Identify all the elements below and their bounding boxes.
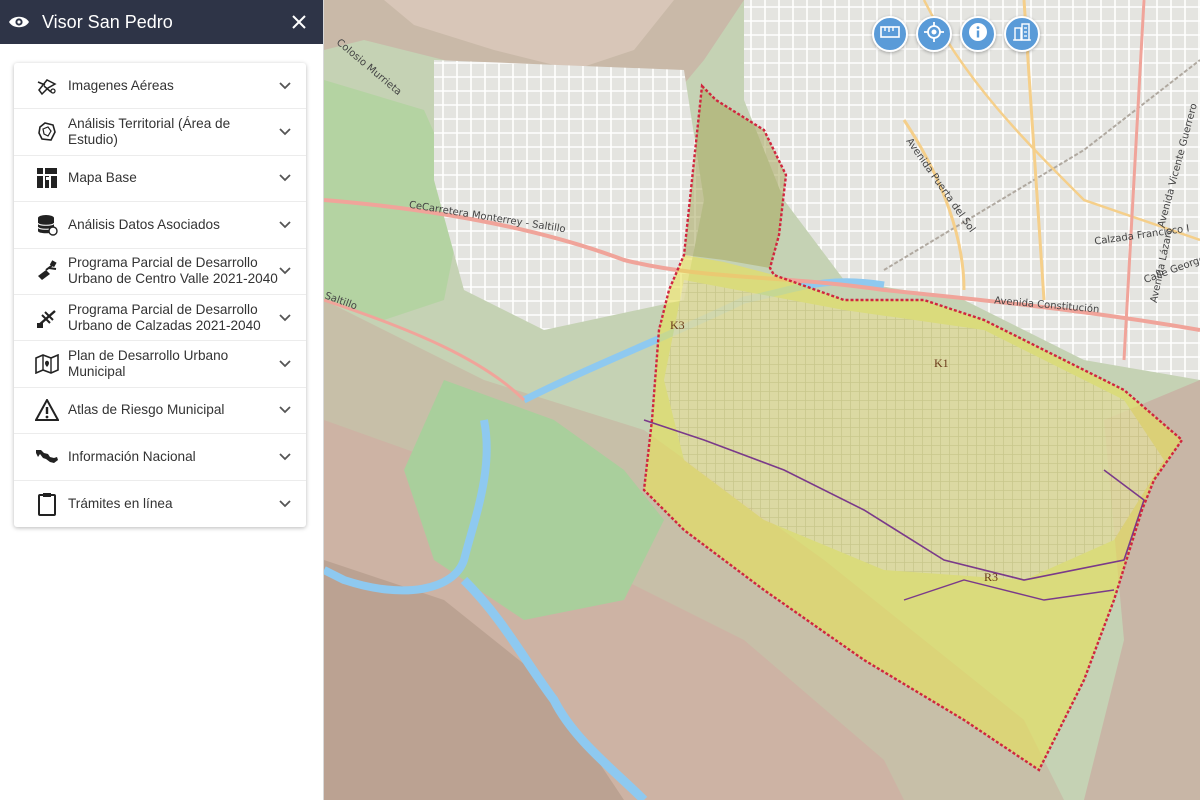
chevron-down-icon[interactable] xyxy=(278,125,292,139)
layer-item-mapa-base[interactable]: Mapa Base xyxy=(14,156,306,203)
layer-item-plan-municipal[interactable]: Plan de Desarrollo Urbano Municipal xyxy=(14,341,306,388)
database-icon xyxy=(34,212,60,238)
info-icon xyxy=(968,22,988,47)
drone-icon xyxy=(34,73,60,99)
chevron-down-icon[interactable] xyxy=(278,450,292,464)
layer-item-informacion-nacional[interactable]: Información Nacional xyxy=(14,434,306,481)
layer-label: Programa Parcial de Desarrollo Urbano de… xyxy=(68,301,261,333)
eye-icon xyxy=(8,11,30,33)
measure-button[interactable] xyxy=(872,16,908,52)
territory-icon xyxy=(34,119,60,145)
map-view[interactable]: Colosio Murrieta CeCarretera Monterrey -… xyxy=(324,0,1200,800)
chevron-down-icon[interactable] xyxy=(278,264,292,278)
layer-item-analisis-territorial[interactable]: Análisis Territorial (Área de Estudio) xyxy=(14,109,306,156)
layer-item-calzadas[interactable]: Programa Parcial de Desarrollo Urbano de… xyxy=(14,295,306,342)
layer-item-atlas-riesgo[interactable]: Atlas de Riesgo Municipal xyxy=(14,388,306,435)
info-button[interactable] xyxy=(960,16,996,52)
layer-label: Plan de Desarrollo Urbano Municipal xyxy=(68,348,229,380)
chevron-down-icon[interactable] xyxy=(278,357,292,371)
layer-label: Trámites en línea xyxy=(68,495,173,511)
zone-label: R3 xyxy=(984,570,999,584)
locate-icon xyxy=(924,21,944,47)
clipboard-icon xyxy=(34,491,60,517)
ruler-icon xyxy=(880,25,900,43)
layer-label: Análisis Territorial (Área de Estudio) xyxy=(68,116,231,148)
layer-label: Atlas de Riesgo Municipal xyxy=(68,402,225,418)
chevron-down-icon[interactable] xyxy=(278,171,292,185)
mexico-icon xyxy=(34,444,60,470)
app-title: Visor San Pedro xyxy=(42,11,173,32)
zone-label: K3 xyxy=(670,318,685,332)
sidebar: Visor San Pedro Imagenes Aéreas Análisis… xyxy=(0,0,324,800)
map-icon xyxy=(34,351,60,377)
visor-app: Visor San Pedro Imagenes Aéreas Análisis… xyxy=(0,0,1200,800)
zone-label: K1 xyxy=(934,356,949,370)
chevron-down-icon[interactable] xyxy=(278,497,292,511)
layer-list: Imagenes Aéreas Análisis Territorial (Ár… xyxy=(14,63,306,527)
topbar: Visor San Pedro xyxy=(0,0,323,44)
layer-label: Mapa Base xyxy=(68,170,137,186)
close-icon[interactable] xyxy=(287,10,311,34)
satellite-icon xyxy=(34,305,60,331)
layer-label: Información Nacional xyxy=(68,448,196,464)
warning-icon xyxy=(34,397,60,423)
layer-label: Análisis Datos Asociados xyxy=(68,216,220,232)
layer-item-imagenes-aereas[interactable]: Imagenes Aéreas xyxy=(14,63,306,110)
map-toolbar xyxy=(872,16,1040,52)
layer-label: Programa Parcial de Desarrollo Urbano de… xyxy=(68,255,278,287)
satellite-icon xyxy=(34,258,60,284)
buildings-icon xyxy=(1012,22,1032,47)
urban-area xyxy=(434,60,704,330)
chevron-down-icon[interactable] xyxy=(278,218,292,232)
layer-item-centro-valle[interactable]: Programa Parcial de Desarrollo Urbano de… xyxy=(14,249,306,295)
chevron-down-icon[interactable] xyxy=(278,79,292,93)
map-canvas[interactable] xyxy=(324,0,1200,800)
buildings-button[interactable] xyxy=(1004,16,1040,52)
basemap-icon xyxy=(34,165,60,191)
layer-label: Imagenes Aéreas xyxy=(68,77,174,93)
locate-button[interactable] xyxy=(916,16,952,52)
chevron-down-icon[interactable] xyxy=(278,311,292,325)
layer-item-datos-asociados[interactable]: Análisis Datos Asociados xyxy=(14,202,306,249)
layer-item-tramites[interactable]: Trámites en línea xyxy=(14,481,306,527)
chevron-down-icon[interactable] xyxy=(278,403,292,417)
